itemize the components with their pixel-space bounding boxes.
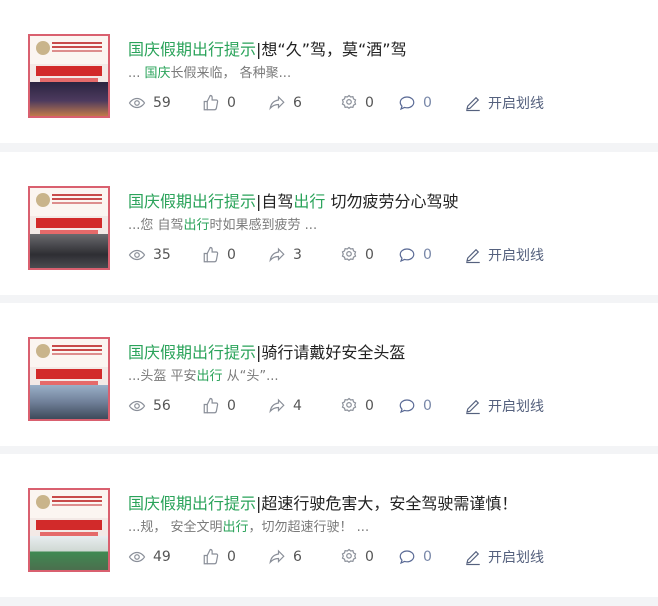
- gift-badge-icon: [341, 94, 357, 109]
- eye-icon: [128, 249, 146, 261]
- gift-badge-icon: [341, 397, 357, 412]
- thumbs-up-icon: [203, 548, 219, 565]
- article-title[interactable]: 国庆假期出行提示|骑行请戴好安全头盔: [128, 341, 638, 365]
- share-arrow-icon: [269, 95, 285, 111]
- article-thumbnail[interactable]: [28, 186, 110, 270]
- comment-bubble-icon: [399, 399, 415, 414]
- article-thumbnail[interactable]: [28, 34, 110, 118]
- article-title[interactable]: 国庆假期出行提示|超速行驶危害大，安全驾驶需谨慎！: [128, 492, 638, 516]
- article-title[interactable]: 国庆假期出行提示|想“久”驾，莫“酒”驾: [128, 38, 638, 62]
- like-button[interactable]: 0: [202, 548, 268, 566]
- article-snippet: ...您 自驾出行时如果感到疲劳 ...: [128, 218, 318, 233]
- share-arrow-icon: [269, 398, 285, 414]
- thumbs-up-icon: [203, 397, 219, 414]
- comment-bubble-icon: [399, 248, 415, 263]
- gift-badge-icon: [341, 548, 357, 563]
- article-snippet: ...头盔 平安出行 从“头”...: [128, 369, 279, 384]
- gift-button[interactable]: 0: [340, 94, 398, 112]
- views-stat: 49: [128, 548, 202, 566]
- eye-icon: [128, 400, 146, 412]
- article-stats: 35 0 3 0 0 开启划线: [128, 244, 544, 266]
- comment-bubble-icon: [399, 96, 415, 111]
- eye-icon: [128, 551, 146, 563]
- comment-button[interactable]: 0: [398, 397, 464, 415]
- article-card[interactable]: 国庆假期出行提示|超速行驶危害大，安全驾驶需谨慎！ ...规， 安全文明出行，切…: [0, 454, 658, 597]
- pen-icon: [466, 96, 480, 112]
- enable-underline-button[interactable]: 开启划线: [464, 396, 544, 416]
- article-card[interactable]: 国庆假期出行提示|想“久”驾，莫“酒”驾 ... 国庆长假来临， 各种聚... …: [0, 0, 658, 143]
- pen-icon: [466, 248, 480, 264]
- thumbs-up-icon: [203, 94, 219, 111]
- pen-icon: [466, 550, 480, 566]
- share-arrow-icon: [269, 549, 285, 565]
- share-button[interactable]: 6: [268, 548, 340, 566]
- pen-icon: [466, 399, 480, 415]
- like-button[interactable]: 0: [202, 397, 268, 415]
- article-list: 国庆假期出行提示|想“久”驾，莫“酒”驾 ... 国庆长假来临， 各种聚... …: [0, 0, 658, 606]
- article-card[interactable]: 国庆假期出行提示|自驾出行 切勿疲劳分心驾驶 ...您 自驾出行时如果感到疲劳 …: [0, 152, 658, 295]
- views-stat: 56: [128, 397, 202, 415]
- like-button[interactable]: 0: [202, 94, 268, 112]
- article-snippet: ...规， 安全文明出行，切勿超速行驶！ ...: [128, 520, 370, 535]
- like-button[interactable]: 0: [202, 246, 268, 264]
- article-snippet: ... 国庆长假来临， 各种聚...: [128, 66, 292, 81]
- share-arrow-icon: [269, 247, 285, 263]
- views-stat: 35: [128, 246, 202, 264]
- article-stats: 59 0 6 0 0 开启划线: [128, 92, 544, 114]
- views-stat: 59: [128, 94, 202, 112]
- comment-button[interactable]: 0: [398, 548, 464, 566]
- article-stats: 49 0 6 0 0 开启划线: [128, 546, 544, 568]
- comment-bubble-icon: [399, 550, 415, 565]
- comment-button[interactable]: 0: [398, 246, 464, 264]
- gift-button[interactable]: 0: [340, 246, 398, 264]
- article-stats: 56 0 4 0 0 开启划线: [128, 395, 544, 417]
- gift-button[interactable]: 0: [340, 397, 398, 415]
- gift-badge-icon: [341, 246, 357, 261]
- share-button[interactable]: 4: [268, 397, 340, 415]
- article-title[interactable]: 国庆假期出行提示|自驾出行 切勿疲劳分心驾驶: [128, 190, 638, 214]
- article-thumbnail[interactable]: [28, 337, 110, 421]
- article-thumbnail[interactable]: [28, 488, 110, 572]
- eye-icon: [128, 97, 146, 109]
- thumbs-up-icon: [203, 246, 219, 263]
- comment-button[interactable]: 0: [398, 94, 464, 112]
- share-button[interactable]: 3: [268, 246, 340, 264]
- enable-underline-button[interactable]: 开启划线: [464, 93, 544, 113]
- gift-button[interactable]: 0: [340, 548, 398, 566]
- article-card[interactable]: 国庆假期出行提示|骑行请戴好安全头盔 ...头盔 平安出行 从“头”... 56…: [0, 303, 658, 446]
- share-button[interactable]: 6: [268, 94, 340, 112]
- enable-underline-button[interactable]: 开启划线: [464, 547, 544, 567]
- enable-underline-button[interactable]: 开启划线: [464, 245, 544, 265]
